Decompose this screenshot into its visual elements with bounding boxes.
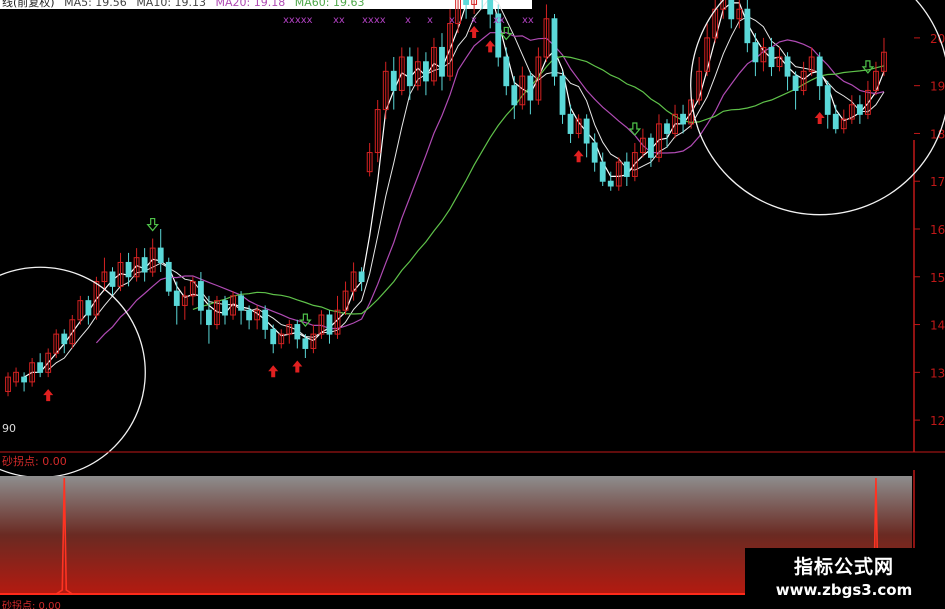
- candle-body: [680, 113, 686, 125]
- candle-body: [527, 75, 534, 101]
- candle-body: [125, 261, 132, 278]
- candle-body: [503, 56, 510, 87]
- candle-body: [583, 118, 590, 144]
- sell-arrow: [146, 217, 159, 232]
- candle-body: [302, 338, 309, 349]
- candle-body: [358, 271, 365, 283]
- ma20-line: [95, 32, 885, 344]
- candle-body: [157, 247, 164, 263]
- candle-body: [744, 8, 751, 44]
- buy-arrow: [573, 150, 584, 163]
- signal-mark: xxxxx: [283, 15, 313, 26]
- candle-body: [439, 46, 445, 77]
- candlestick-plot: 201918171615141312xxxxx xx xxxx x x x x xx xx90: [0, 0, 945, 600]
- signal-mark: xx: [522, 15, 534, 26]
- signal-mark: xxxx: [362, 15, 386, 26]
- price-axis-label: 15: [930, 271, 945, 285]
- candle-body: [406, 56, 413, 87]
- candle-body: [784, 56, 791, 77]
- candle-body: [197, 281, 204, 311]
- buy-arrow: [485, 40, 496, 53]
- price-axis-label: 16: [930, 223, 945, 237]
- buy-arrow: [469, 26, 480, 38]
- candle-body: [422, 61, 429, 82]
- price-axis-label: 17: [930, 175, 945, 189]
- price-axis-label: 12: [930, 414, 945, 428]
- candle-body: [141, 257, 148, 273]
- candle-body: [463, 0, 470, 5]
- candle-body: [599, 161, 606, 182]
- sell-arrow: [861, 60, 875, 74]
- candle-body: [511, 85, 518, 106]
- price-axis-label: 13: [930, 366, 945, 380]
- candle-body: [165, 261, 172, 292]
- candle-body: [294, 324, 301, 340]
- left-price-label: 90: [2, 422, 16, 435]
- candle-body: [559, 75, 566, 115]
- candle-body: [768, 46, 775, 68]
- buy-arrow: [268, 365, 279, 378]
- candle-body: [567, 113, 574, 134]
- signal-mark: xx: [333, 15, 345, 26]
- candle-body: [246, 309, 253, 321]
- candle-body: [238, 295, 244, 311]
- candle-body: [262, 309, 269, 330]
- signal-mark: x: [427, 15, 433, 26]
- candle-body: [270, 328, 277, 345]
- candle-body: [824, 85, 831, 115]
- highlight-circle: [0, 266, 146, 479]
- candle-body: [326, 314, 333, 335]
- price-axis-label: 19: [930, 80, 945, 94]
- signal-mark: x: [471, 15, 477, 26]
- watermark-title: 指标公式网: [793, 556, 894, 578]
- candle-body: [591, 142, 598, 163]
- site-watermark: 指标公式网 www.zbgs3.com: [745, 548, 943, 606]
- candle-body: [664, 123, 670, 134]
- candle-body: [648, 137, 654, 158]
- candle-body: [551, 18, 558, 77]
- candle-body: [816, 56, 823, 87]
- candle-body: [832, 113, 839, 130]
- signal-mark: x: [449, 15, 455, 26]
- candle-body: [37, 362, 44, 373]
- signal-mark: x: [405, 15, 411, 26]
- buy-arrow: [43, 389, 54, 402]
- candle-body: [61, 333, 68, 345]
- candle-body: [607, 180, 614, 187]
- candle-body: [206, 309, 212, 326]
- buy-arrow: [292, 360, 303, 373]
- watermark-url: www.zbgs3.com: [775, 581, 913, 599]
- candle-body: [222, 300, 228, 316]
- kline-chart-window: 线(前复权) MA5: 19.56 MA10: 19.13 MA20: 19.1…: [0, 0, 945, 609]
- candle-body: [752, 42, 759, 63]
- candle-body: [109, 271, 116, 287]
- indicator-label-bottom: 砂拐点: 0.00: [2, 601, 61, 609]
- highlight-circle: [690, 0, 945, 216]
- candle-body: [856, 104, 863, 115]
- candle-body: [390, 70, 397, 91]
- candle-body: [792, 75, 799, 91]
- candle-body: [173, 290, 180, 306]
- indicator-label: 砂拐点: 0.00: [2, 455, 67, 468]
- candle-body: [487, 0, 494, 15]
- candle-body: [21, 376, 28, 383]
- candle-body: [728, 0, 735, 20]
- sell-arrow: [628, 122, 642, 136]
- signal-mark: xx: [493, 15, 505, 26]
- candle-body: [85, 300, 92, 316]
- buy-arrow: [814, 112, 825, 124]
- price-axis-label: 14: [930, 319, 945, 333]
- candle-body: [623, 161, 630, 177]
